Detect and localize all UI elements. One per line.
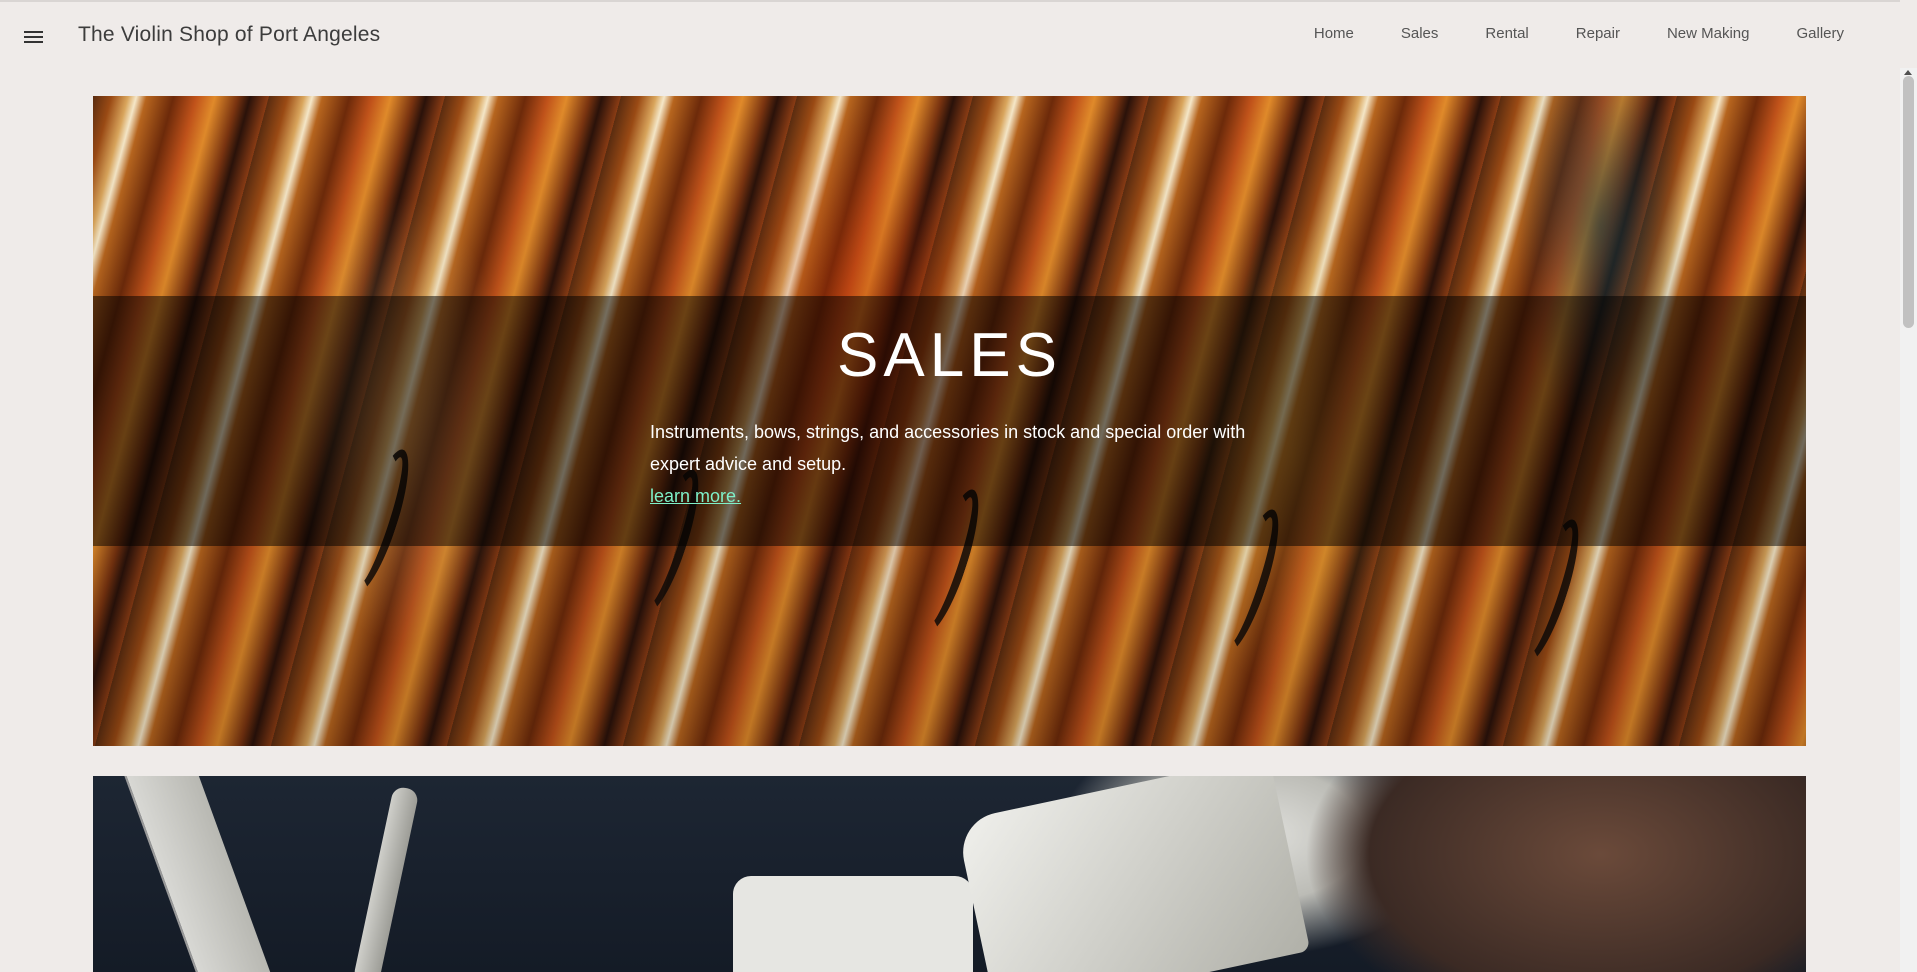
learn-more-link[interactable]: learn more. bbox=[650, 480, 1250, 512]
nav-gallery[interactable]: Gallery bbox=[1796, 25, 1844, 42]
bridge-decoration bbox=[733, 876, 973, 972]
main-nav: Home Sales Rental Repair New Making Gall… bbox=[1267, 25, 1844, 42]
top-app-bar: The Violin Shop of Port Angeles Home Sal… bbox=[0, 0, 1900, 68]
vertical-scrollbar[interactable] bbox=[1900, 68, 1917, 972]
sales-description: Instruments, bows, strings, and accessor… bbox=[650, 422, 1246, 474]
nav-sales[interactable]: Sales bbox=[1401, 25, 1439, 42]
nav-home[interactable]: Home bbox=[1314, 25, 1354, 42]
scroll-up-icon[interactable] bbox=[1904, 70, 1912, 75]
page: The Violin Shop of Port Angeles Home Sal… bbox=[0, 0, 1917, 972]
repair-card bbox=[93, 776, 1806, 972]
sales-description-block: Instruments, bows, strings, and accessor… bbox=[650, 416, 1250, 512]
hamburger-menu-icon[interactable] bbox=[20, 26, 48, 48]
scroll-thumb[interactable] bbox=[1903, 76, 1914, 328]
nav-repair[interactable]: Repair bbox=[1576, 25, 1620, 42]
nav-new-making[interactable]: New Making bbox=[1667, 25, 1750, 42]
nav-rental[interactable]: Rental bbox=[1485, 25, 1528, 42]
sales-title: SALES bbox=[837, 321, 1062, 390]
sales-overlay: SALES Instruments, bows, strings, and ac… bbox=[93, 296, 1806, 546]
sales-card: SALES Instruments, bows, strings, and ac… bbox=[93, 96, 1806, 746]
site-title[interactable]: The Violin Shop of Port Angeles bbox=[78, 23, 380, 47]
